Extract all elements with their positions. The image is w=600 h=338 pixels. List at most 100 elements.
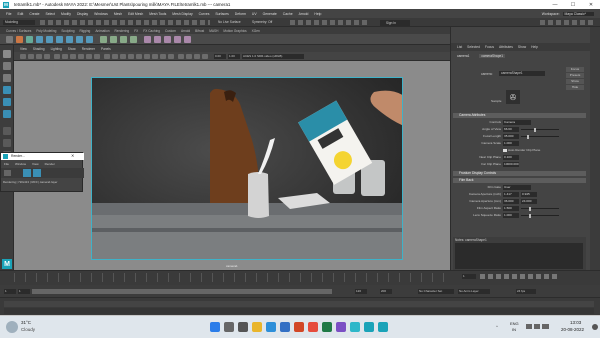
close-button[interactable]: ✕	[582, 0, 600, 9]
shelf-tab-arnold[interactable]: Arnold	[181, 29, 190, 33]
attr-value[interactable]: 10000.000	[503, 162, 519, 167]
paint-select-icon[interactable]	[3, 74, 11, 82]
wireframe-on-shaded-icon[interactable]	[120, 54, 126, 59]
vp-menu-panels[interactable]: Panels	[101, 47, 111, 51]
shelf-tab-rendering[interactable]: Rendering	[115, 29, 130, 33]
circle-icon[interactable]	[26, 36, 33, 43]
xray-active-icon[interactable]	[202, 54, 208, 59]
menu-mesh-display[interactable]: Mesh Display	[172, 12, 192, 16]
vp-menu-lighting[interactable]: Lighting	[51, 47, 62, 51]
motion-blur-icon[interactable]	[160, 54, 166, 59]
detach-icon[interactable]	[154, 36, 161, 43]
playback-controls[interactable]	[480, 274, 560, 279]
file-explorer-icon[interactable]	[252, 322, 262, 332]
resolution-gate-icon[interactable]	[70, 54, 76, 59]
camera-node-field[interactable]: cameraShape1	[499, 71, 545, 76]
attr-slider[interactable]	[521, 127, 559, 132]
vp-menu-renderer[interactable]: Renderer	[82, 47, 95, 51]
current-frame-field[interactable]: 1	[462, 274, 476, 279]
render-menu-view[interactable]: View	[32, 161, 39, 167]
rotate-tool-icon[interactable]	[3, 98, 11, 106]
menu-select[interactable]: Select	[46, 12, 55, 16]
windows-start-icon[interactable]	[210, 322, 220, 332]
no-live-surface-label[interactable]: No Live Surface	[218, 20, 241, 24]
task-view-icon[interactable]	[238, 322, 248, 332]
chrome-icon[interactable]	[308, 322, 318, 332]
render-menu-file[interactable]: File	[4, 161, 9, 167]
section-film-back[interactable]: Film Back	[453, 178, 586, 183]
film-slider[interactable]	[521, 213, 559, 218]
hide-button[interactable]: Hide	[566, 85, 584, 90]
vp-menu-shading[interactable]: Shading	[33, 47, 45, 51]
menu-cache[interactable]: Cache	[283, 12, 293, 16]
render-menu-render[interactable]: Render	[45, 161, 55, 167]
film-value-1[interactable]: 1.500	[503, 206, 519, 211]
render-dropdown[interactable]	[4, 170, 11, 176]
command-line[interactable]	[4, 301, 594, 307]
menu-windows[interactable]: Windows	[94, 12, 108, 16]
menuset-dropdown[interactable]: Modeling	[3, 20, 35, 25]
auto-render-clip-checkbox[interactable]	[503, 148, 507, 152]
end-time-field[interactable]: 200	[380, 289, 392, 294]
volume-icon[interactable]	[534, 324, 540, 329]
weather-desc[interactable]: Cloudy	[21, 327, 35, 332]
search-icon[interactable]	[224, 322, 234, 332]
film-value-2[interactable]: 24.000	[521, 199, 537, 204]
attr-slider[interactable]	[521, 134, 559, 139]
move-tool-icon[interactable]	[3, 86, 11, 94]
minimize-button[interactable]: —	[546, 0, 564, 9]
section-camera-attributes[interactable]: Camera Attributes	[453, 113, 586, 118]
film-value-1[interactable]: 36.000	[503, 199, 519, 204]
sphere-icon[interactable]	[36, 36, 43, 43]
section-frustum-display[interactable]: Frustum Display Controls	[453, 171, 586, 176]
xray-joints-icon[interactable]	[194, 54, 200, 59]
rebuild-icon[interactable]	[164, 36, 171, 43]
word-icon[interactable]	[280, 322, 290, 332]
maximize-button[interactable]: ☐	[564, 0, 582, 9]
film-slider[interactable]	[521, 206, 559, 211]
menu-create[interactable]: Create	[29, 12, 39, 16]
notes-textarea[interactable]	[455, 243, 583, 269]
weather-icon[interactable]	[6, 321, 18, 333]
ae-menu-focus[interactable]: Focus	[485, 45, 494, 49]
maya-taskbar-icon[interactable]	[364, 322, 374, 332]
menu-arnold[interactable]: Arnold	[299, 12, 309, 16]
gamma-field[interactable]: 0.00	[214, 53, 226, 59]
notification-icon[interactable]	[592, 324, 598, 330]
menu-deform[interactable]: Deform	[235, 12, 246, 16]
region-indicator[interactable]: IN	[512, 327, 516, 332]
scale-tool-icon[interactable]	[3, 110, 11, 118]
render-window-close[interactable]: ✕	[71, 153, 74, 158]
range-start-field[interactable]: 1	[18, 289, 30, 294]
shelf-tab-fx[interactable]: FX	[134, 29, 138, 33]
torus-icon[interactable]	[86, 36, 93, 43]
cone-icon[interactable]	[66, 36, 73, 43]
photos-icon[interactable]	[350, 322, 360, 332]
menu-modify[interactable]: Modify	[61, 12, 71, 16]
weather-temp[interactable]: 31°C	[21, 320, 31, 325]
lasso-tool-icon[interactable]	[3, 62, 11, 70]
menu-surfaces[interactable]: Surfaces	[215, 12, 228, 16]
shelf-tab-mash[interactable]: MASH	[209, 29, 218, 33]
notes-area[interactable]: Notes: cameraShape1	[453, 237, 586, 271]
excel-icon[interactable]	[322, 322, 332, 332]
clock-date[interactable]: 20-08-2022	[561, 327, 584, 332]
panel-toggle-icons[interactable]	[540, 20, 595, 25]
fps-dropdown[interactable]: 24 fps	[516, 289, 536, 294]
lights-icon[interactable]	[136, 54, 142, 59]
planar-icon[interactable]	[130, 36, 137, 43]
focus-button[interactable]: Focus	[566, 67, 584, 72]
textured-icon[interactable]	[128, 54, 134, 59]
symmetry-label[interactable]: Symmetry: Off	[252, 20, 272, 24]
show-button[interactable]: Show	[566, 79, 584, 84]
ae-menu-show[interactable]: Show	[518, 45, 526, 49]
bookmark-icon[interactable]	[36, 54, 42, 59]
menu-help[interactable]: Help	[314, 12, 321, 16]
status-icons[interactable]	[40, 20, 210, 25]
isolate-select-icon[interactable]	[178, 54, 184, 59]
field-chart-icon[interactable]	[86, 54, 92, 59]
ae-menu-selected[interactable]: Selected	[467, 45, 480, 49]
grid-icon[interactable]	[54, 54, 60, 59]
vp-menu-show[interactable]: Show	[68, 47, 76, 51]
menu-edit-mesh[interactable]: Edit Mesh	[128, 12, 143, 16]
